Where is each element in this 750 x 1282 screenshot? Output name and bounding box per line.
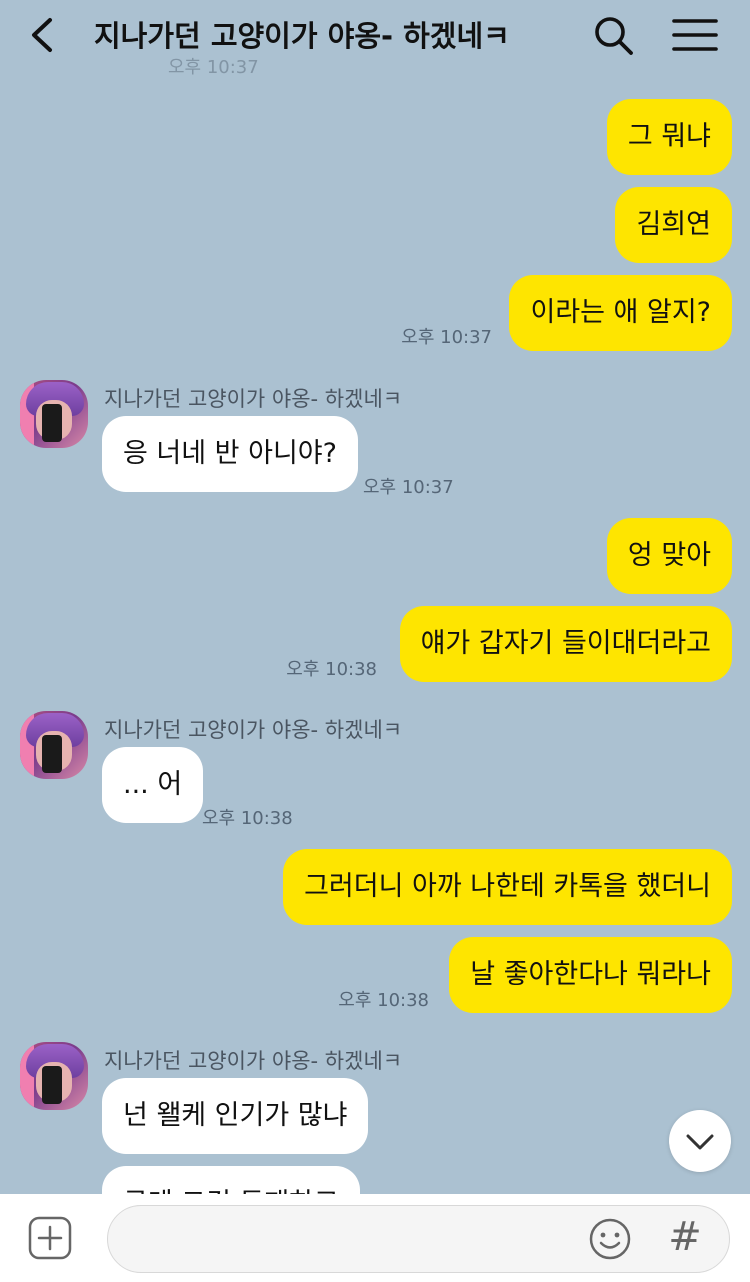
chevron-down-icon <box>686 1134 714 1150</box>
hamburger-menu-icon <box>672 19 718 51</box>
search-icon <box>595 17 633 55</box>
plus-square-icon <box>28 1216 72 1260</box>
their-message-bubble[interactable]: ... 어 <box>102 747 204 823</box>
chevron-left-icon <box>32 18 52 52</box>
message-timestamp: 오후 10:37 <box>401 327 492 348</box>
sender-name: 지나가던 고양이가 야옹- 하겠네ㅋ <box>104 1049 403 1073</box>
message-input[interactable] <box>107 1205 730 1273</box>
faded-timestamp: 오후 10:37 <box>168 57 259 78</box>
chat-title: 지나가던 고양이가 야옹- 하겠네ㅋ <box>94 19 510 53</box>
my-message-bubble[interactable]: 그러더니 아까 나한테 카톡을 했더니 <box>283 849 732 925</box>
search-button[interactable] <box>590 12 636 58</box>
scroll-to-bottom-button[interactable] <box>669 1110 731 1172</box>
my-message-bubble[interactable]: 그 뭐냐 <box>606 99 732 175</box>
my-message-bubble[interactable]: 날 좋아한다나 뭐라나 <box>449 937 732 1013</box>
sender-name: 지나가던 고양이가 야옹- 하겠네ㅋ <box>104 387 403 411</box>
my-message-bubble[interactable]: 엉 맞아 <box>606 518 732 594</box>
sender-name: 지나가던 고양이가 야옹- 하겠네ㅋ <box>104 718 403 742</box>
their-message-bubble[interactable]: 넌 왤케 인기가 많냐 <box>102 1078 369 1154</box>
message-input-bar: # <box>0 1194 750 1282</box>
their-message-bubble[interactable]: 응 너네 반 아니야? <box>102 416 358 492</box>
avatar[interactable] <box>20 380 88 448</box>
menu-button[interactable] <box>668 12 722 58</box>
avatar[interactable] <box>20 711 88 779</box>
attach-button[interactable] <box>26 1214 74 1262</box>
hashtag-button[interactable]: # <box>662 1212 708 1262</box>
back-button[interactable] <box>22 12 66 58</box>
message-timestamp: 오후 10:38 <box>202 808 293 829</box>
my-message-bubble[interactable]: 이라는 애 알지? <box>509 275 732 351</box>
message-timestamp: 오후 10:38 <box>286 659 377 680</box>
my-message-bubble[interactable]: 김희연 <box>615 187 732 263</box>
emoji-button[interactable] <box>587 1216 633 1262</box>
chat-header: 지나가던 고양이가 야옹- 하겠네ㅋ <box>0 0 750 72</box>
my-message-bubble[interactable]: 얘가 갑자기 들이대더라고 <box>399 606 732 682</box>
message-timestamp: 오후 10:37 <box>363 477 454 498</box>
avatar[interactable] <box>20 1042 88 1110</box>
smiley-icon <box>589 1218 631 1260</box>
message-timestamp: 오후 10:38 <box>338 990 429 1011</box>
